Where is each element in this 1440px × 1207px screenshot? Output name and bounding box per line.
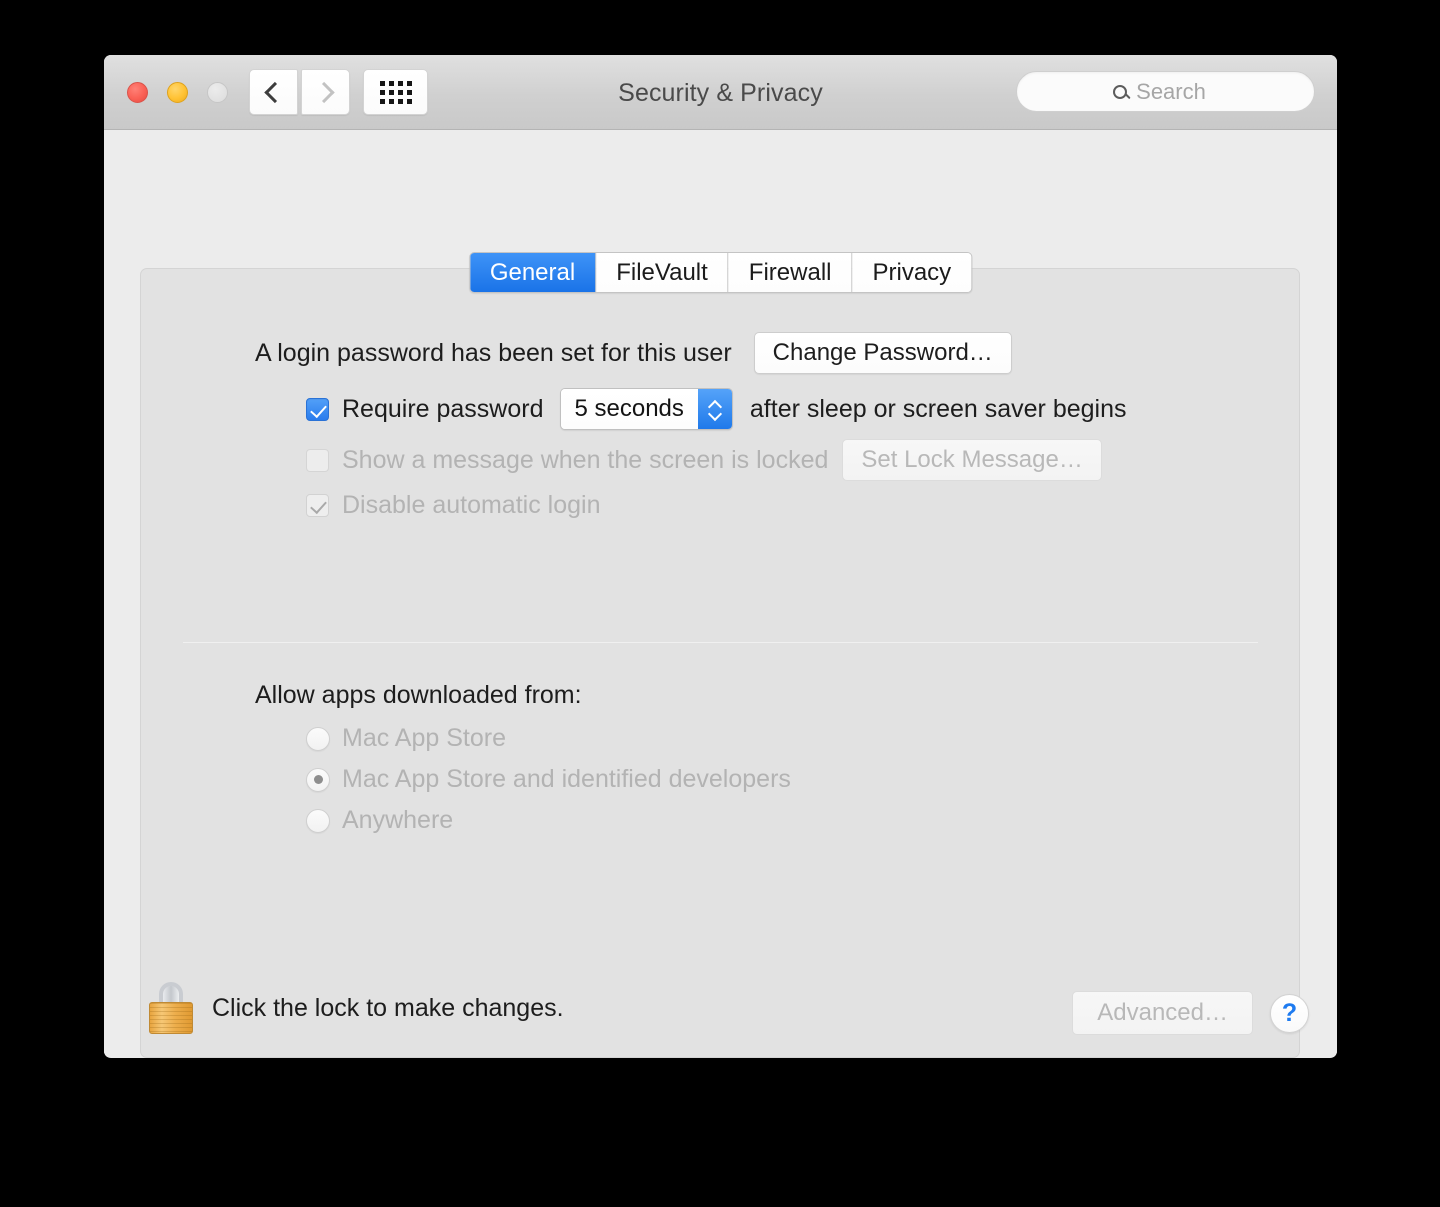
lock-message-row: Show a message when the screen is locked… (306, 439, 1102, 481)
tab-privacy[interactable]: Privacy (852, 253, 972, 292)
allow-apps-heading: Allow apps downloaded from: (255, 681, 582, 709)
show-lock-message-label: Show a message when the screen is locked (342, 445, 829, 474)
lock-row: Click the lock to make changes. (148, 982, 564, 1034)
tab-bar: General FileVault Firewall Privacy (468, 252, 973, 293)
tab-general[interactable]: General (469, 253, 597, 292)
chevron-down-icon (709, 411, 721, 418)
screen: Security & Privacy Search General FileVa… (0, 0, 1440, 1207)
radio-anywhere-label: Anywhere (342, 806, 454, 834)
padlock-closed-icon[interactable] (148, 982, 194, 1034)
require-password-delay-popup[interactable]: 5 seconds (559, 388, 733, 430)
general-pane: A login password has been set for this u… (140, 268, 1300, 1058)
require-password-label: Require password (342, 394, 544, 423)
disable-automatic-login-row: Disable automatic login (306, 491, 600, 520)
require-password-checkbox[interactable] (306, 397, 329, 421)
search-field[interactable]: Search (1016, 71, 1315, 112)
allow-apps-option-anywhere[interactable]: Anywhere (306, 806, 453, 835)
tab-filevault[interactable]: FileVault (596, 253, 729, 292)
require-password-row: Require password 5 seconds after sleep o… (306, 388, 1127, 430)
login-password-row: A login password has been set for this u… (255, 332, 1012, 374)
search-placeholder: Search (1136, 78, 1206, 104)
footer-actions: Advanced… ? (1072, 991, 1309, 1035)
radio-identified-developers-label: Mac App Store and identified developers (342, 765, 791, 793)
radio-mac-app-store[interactable] (306, 726, 330, 751)
search-icon (1113, 84, 1128, 99)
radio-identified-developers[interactable] (306, 767, 330, 792)
padlock-body (149, 1002, 193, 1034)
search-field-inner: Search (1113, 79, 1206, 105)
advanced-button[interactable]: Advanced… (1072, 991, 1253, 1035)
radio-anywhere[interactable] (306, 808, 330, 833)
login-password-status: A login password has been set for this u… (255, 338, 732, 367)
lock-hint-text: Click the lock to make changes. (212, 993, 564, 1022)
set-lock-message-button[interactable]: Set Lock Message… (842, 439, 1102, 481)
radio-mac-app-store-label: Mac App Store (342, 724, 506, 752)
change-password-button[interactable]: Change Password… (753, 332, 1012, 374)
disable-automatic-login-checkbox[interactable] (306, 494, 329, 517)
allow-apps-option-identified-developers[interactable]: Mac App Store and identified developers (306, 765, 791, 794)
popup-stepper-arrows[interactable] (697, 389, 732, 429)
show-lock-message-checkbox[interactable] (306, 448, 329, 472)
allow-apps-option-mac-app-store[interactable]: Mac App Store (306, 724, 506, 753)
section-divider (183, 642, 1258, 643)
preferences-window: Security & Privacy Search General FileVa… (104, 55, 1337, 1058)
disable-automatic-login-label: Disable automatic login (342, 491, 601, 519)
tab-firewall[interactable]: Firewall (728, 253, 853, 292)
require-password-delay-value: 5 seconds (560, 389, 698, 429)
require-password-suffix: after sleep or screen saver begins (749, 394, 1127, 423)
window-titlebar: Security & Privacy Search (104, 55, 1337, 130)
help-button[interactable]: ? (1270, 993, 1309, 1033)
allow-apps-heading-row: Allow apps downloaded from: (255, 681, 582, 710)
window-body: General FileVault Firewall Privacy A log… (104, 130, 1337, 1058)
